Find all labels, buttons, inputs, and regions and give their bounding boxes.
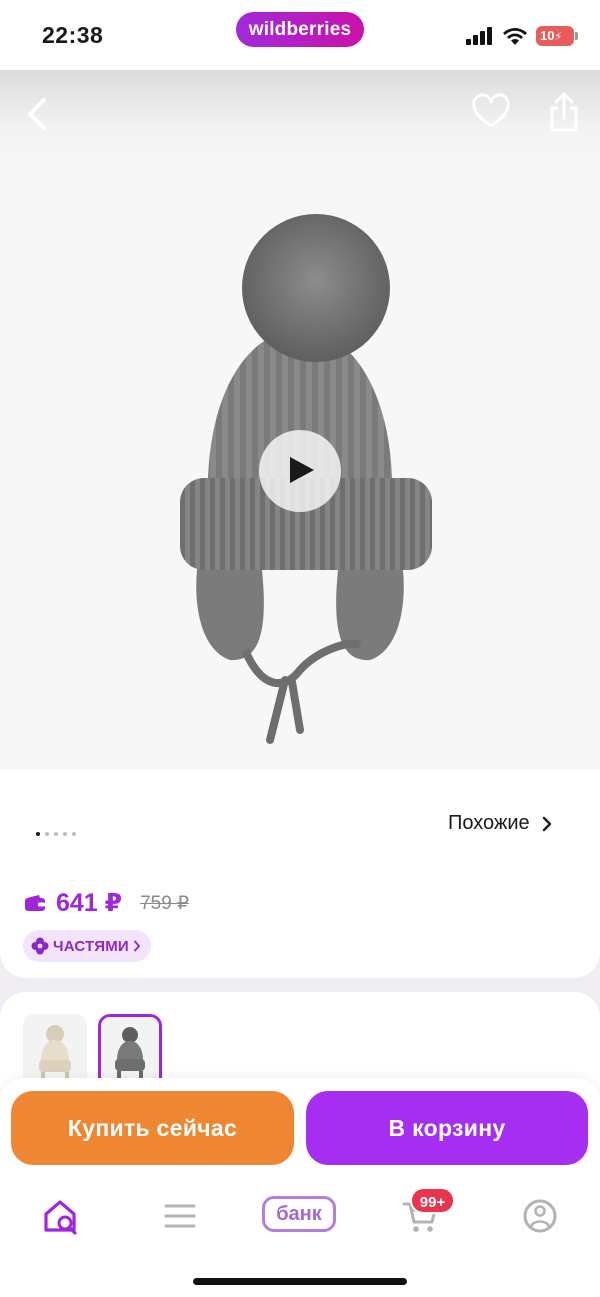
system-icons: 10⚡ <box>466 25 578 47</box>
chevron-right-icon <box>133 940 141 952</box>
home-search-icon <box>44 1200 77 1235</box>
pagination-dot[interactable] <box>45 832 49 836</box>
bank-label: банк <box>262 1196 336 1232</box>
old-price: 759 ₽ <box>140 892 190 914</box>
battery-level: 10 <box>540 28 555 43</box>
product-screen: 22:38 wildberries 10⚡ Похожие 641 ₽ 759 … <box>0 0 600 1297</box>
favorite-button[interactable] <box>470 92 512 134</box>
cart-count-badge: 99+ <box>410 1187 455 1214</box>
nav-home[interactable] <box>40 1196 84 1236</box>
add-to-cart-button[interactable]: В корзину <box>306 1091 588 1165</box>
wallet-icon <box>25 895 45 911</box>
buy-now-button[interactable]: Купить сейчас <box>11 1091 294 1165</box>
installments-badge[interactable]: ЧАСТЯМИ <box>23 930 151 962</box>
pagination-dot[interactable] <box>72 832 76 836</box>
chevron-left-icon <box>28 98 46 130</box>
similar-products-link[interactable]: Похожие <box>448 812 552 835</box>
nav-catalog[interactable] <box>160 1196 204 1236</box>
profile-icon <box>523 1199 557 1233</box>
nav-bank[interactable]: банк <box>262 1196 338 1236</box>
play-video-button[interactable] <box>259 430 341 512</box>
product-header <box>0 70 600 170</box>
product-info-card: Похожие 641 ₽ 759 ₽ ЧАСТЯМИ <box>0 770 600 978</box>
pagination-dot[interactable] <box>63 832 67 836</box>
status-bar: 22:38 wildberries 10⚡ <box>0 0 600 70</box>
gallery-pagination <box>36 832 76 836</box>
price-row: 641 ₽ 759 ₽ <box>24 888 189 918</box>
share-icon <box>550 92 578 132</box>
current-price: 641 ₽ <box>56 889 123 917</box>
installments-label: ЧАСТЯМИ <box>53 937 129 955</box>
chevron-right-icon <box>542 816 551 831</box>
battery-indicator: 10⚡ <box>536 26 578 46</box>
charging-icon: ⚡ <box>554 31 563 43</box>
similar-label: Похожие <box>448 812 530 834</box>
variant-thumbnail <box>101 1017 159 1087</box>
pagination-dot[interactable] <box>54 832 58 836</box>
nav-profile[interactable] <box>518 1196 562 1236</box>
brand-logo[interactable]: wildberries <box>236 12 364 47</box>
home-indicator <box>193 1278 407 1285</box>
menu-icon <box>164 1204 196 1228</box>
pagination-dot[interactable] <box>36 832 40 836</box>
bottom-navigation: банк 99+ <box>0 1182 600 1297</box>
heart-icon <box>472 93 510 128</box>
wifi-icon <box>503 27 527 45</box>
back-button[interactable] <box>18 92 58 136</box>
status-time: 22:38 <box>42 22 104 48</box>
product-gallery[interactable] <box>0 170 600 770</box>
play-icon <box>290 457 314 483</box>
share-button[interactable] <box>544 90 584 136</box>
installments-icon <box>31 937 49 955</box>
action-bar: Купить сейчас В корзину <box>0 1078 600 1182</box>
signal-icon <box>466 27 492 45</box>
